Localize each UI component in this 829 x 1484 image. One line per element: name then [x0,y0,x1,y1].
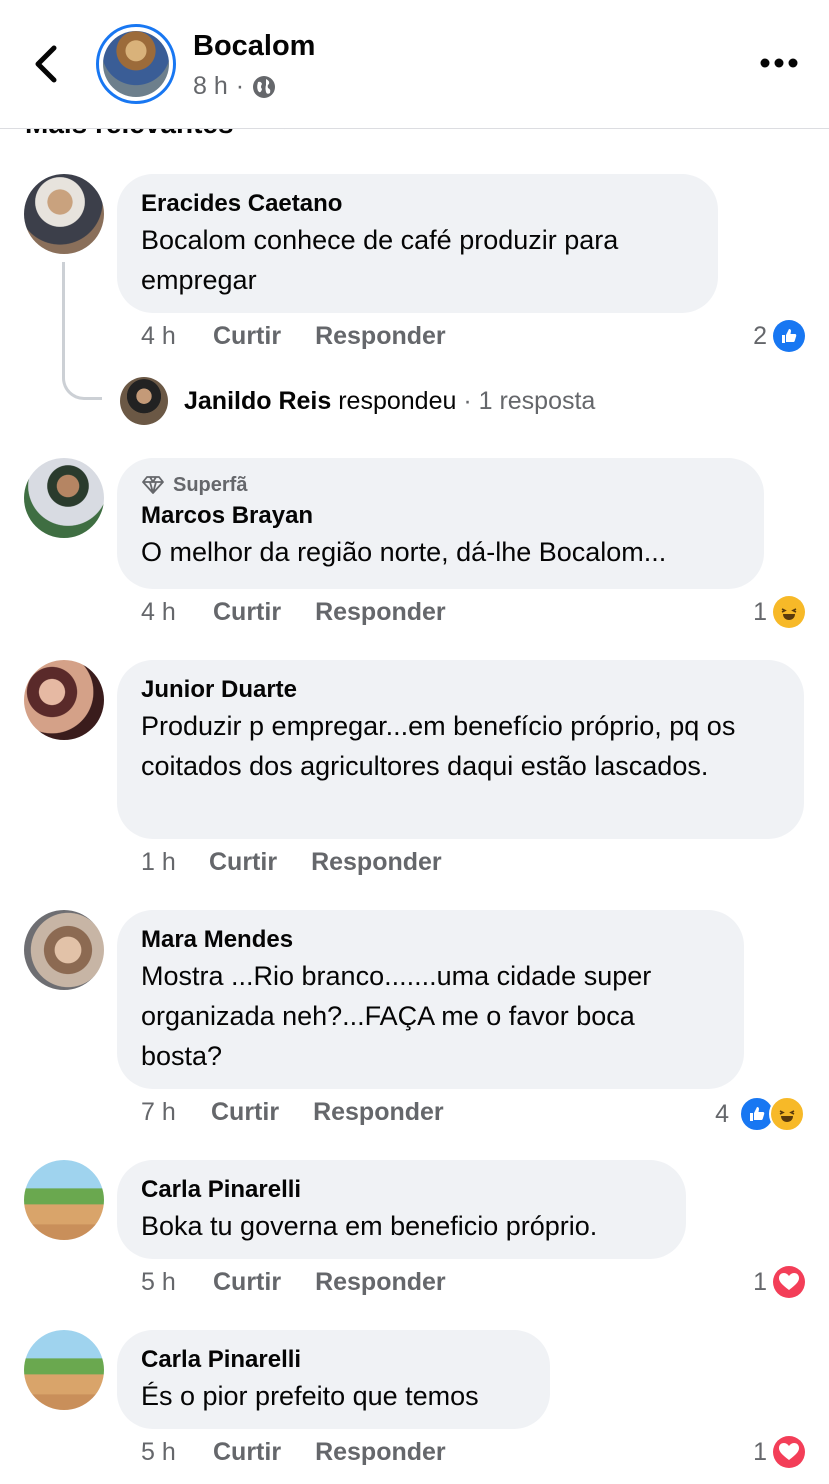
reaction-summary[interactable]: 1 [753,1436,805,1468]
avatar[interactable] [24,458,104,538]
reaction-summary[interactable]: 1 [753,596,805,628]
post-meta: 8 h · [193,72,276,101]
comment-actions: 7 h Curtir Responder [141,1098,478,1127]
love-reaction-icon [773,1266,805,1298]
like-button[interactable]: Curtir [213,322,281,351]
reply-button[interactable]: Responder [313,1098,444,1127]
comment-actions: 5 h Curtir Responder [141,1268,480,1297]
comment-actions: 4 h Curtir Responder [141,598,480,627]
globe-icon [253,75,276,98]
comment-actions: 5 h Curtir Responder [141,1438,480,1467]
haha-reaction-icon [773,596,805,628]
comment-time: 1 h [141,848,176,876]
comment-time: 5 h [141,1268,176,1296]
avatar[interactable] [24,174,104,254]
diamond-icon [142,476,164,494]
like-button[interactable]: Curtir [213,1438,281,1467]
reply-preview[interactable]: Janildo Reis respondeu · 1 resposta [120,377,595,425]
comment-time: 7 h [141,1098,176,1126]
badge-label: Superfã [173,474,248,496]
comment-actions: 1 h Curtir Responder [141,848,476,877]
comment-text: És o pior prefeito que temos [141,1381,479,1411]
comment-bubble: Eracides Caetano Bocalom conhece de café… [117,174,718,313]
like-button[interactable]: Curtir [213,598,281,627]
comment-time: 4 h [141,598,176,626]
chevron-left-icon [35,45,57,83]
avatar[interactable] [24,910,104,990]
more-dots-icon [760,58,798,68]
reply-button[interactable]: Responder [311,848,442,877]
back-button[interactable] [28,40,68,88]
avatar[interactable] [24,1160,104,1240]
comment-bubble: Mara Mendes Mostra ...Rio branco.......u… [117,910,744,1089]
reply-author: Janildo Reis [184,386,332,415]
reaction-summary[interactable]: 1 [753,1266,805,1298]
comment-text: O melhor da região norte, dá-lhe Bocalom… [141,537,667,567]
comment-bubble: Junior Duarte Produzir p empregar...em b… [117,660,804,839]
reply-button[interactable]: Responder [315,322,446,351]
avatar[interactable] [24,1330,104,1410]
comment-author[interactable]: Junior Duarte [141,674,780,706]
page-avatar[interactable] [96,24,176,104]
reply-button[interactable]: Responder [315,1268,446,1297]
comment-time: 5 h [141,1438,176,1466]
comment-time: 4 h [141,322,176,350]
comment-author[interactable]: Eracides Caetano [141,188,694,220]
like-button[interactable]: Curtir [213,1268,281,1297]
like-reaction-icon [773,320,805,352]
reply-avatar [120,377,168,425]
post-time: 8 h [193,72,228,100]
comment-author[interactable]: Mara Mendes [141,924,720,956]
reply-verb: respondeu [338,386,457,415]
more-options-button[interactable] [759,50,799,76]
reaction-count: 1 [753,1437,767,1466]
reaction-summary[interactable]: 4 [715,1096,805,1132]
like-button[interactable]: Curtir [211,1098,279,1127]
comment-text: Mostra ...Rio branco.......uma cidade su… [141,961,652,1071]
reply-button[interactable]: Responder [315,1438,446,1467]
reaction-count: 1 [753,1267,767,1296]
page-name[interactable]: Bocalom [193,30,315,63]
page-avatar-image [103,31,169,97]
like-button[interactable]: Curtir [209,848,277,877]
comment-actions: 4 h Curtir Responder [141,322,480,351]
comment-bubble: Superfã Marcos Brayan O melhor da região… [117,458,764,589]
comment-author[interactable]: Marcos Brayan [141,500,740,532]
reaction-count: 2 [753,321,767,350]
comment-text: Bocalom conhece de café produzir para em… [141,225,619,295]
comment-author[interactable]: Carla Pinarelli [141,1174,662,1206]
meta-separator: · [235,72,245,100]
reaction-count: 4 [715,1099,729,1128]
reply-button[interactable]: Responder [315,598,446,627]
comment-author[interactable]: Carla Pinarelli [141,1344,526,1376]
love-reaction-icon [773,1436,805,1468]
reply-thread-line [62,262,102,400]
comment-text: Boka tu governa em beneficio próprio. [141,1211,598,1241]
comment-text: Produzir p empregar...em benefício própr… [141,711,736,781]
post-header: Bocalom 8 h · [0,0,829,129]
haha-reaction-icon [769,1096,805,1132]
reaction-count: 1 [753,597,767,626]
reaction-summary[interactable]: 2 [753,320,805,352]
superfan-badge: Superfã [141,472,740,498]
reply-count: · 1 resposta [463,386,596,415]
comment-bubble: Carla Pinarelli Boka tu governa em benef… [117,1160,686,1259]
avatar[interactable] [24,660,104,740]
comment-bubble: Carla Pinarelli És o pior prefeito que t… [117,1330,550,1429]
